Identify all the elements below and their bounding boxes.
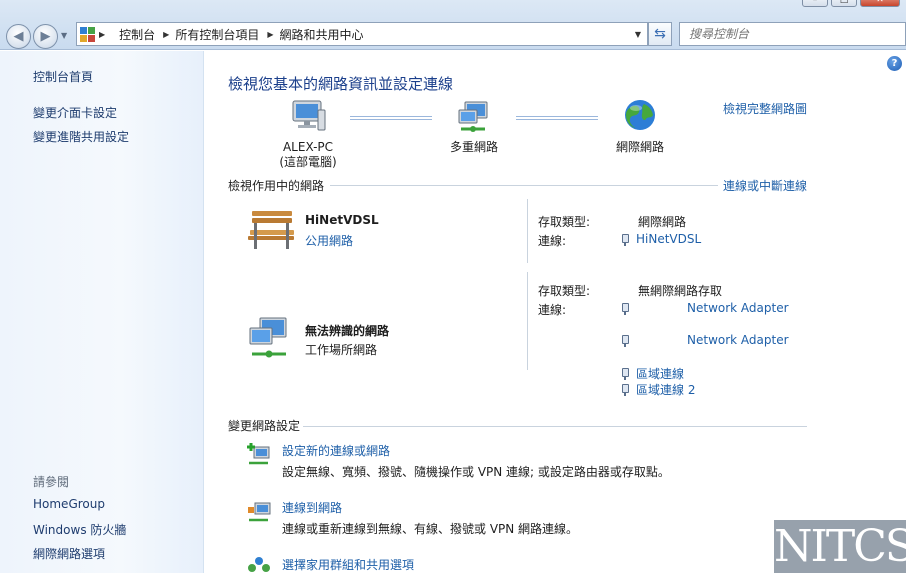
network-name: HiNetVDSL: [305, 213, 379, 227]
recent-pages-dropdown[interactable]: ▼: [61, 31, 67, 40]
computer-name: ALEX-PC: [282, 140, 334, 154]
breadcrumb-arrow-icon: ▶: [267, 29, 274, 39]
task-description: 連線或重新連線到無線、有線、撥號或 VPN 網路連線。: [282, 522, 579, 536]
network-type-link[interactable]: 公用網路: [305, 232, 353, 249]
park-bench-icon: [248, 211, 294, 249]
help-icon[interactable]: ?: [887, 56, 902, 71]
sidebar: 控制台首頁 變更介面卡設定 變更進階共用設定 請參閱 HomeGroup Win…: [0, 51, 204, 573]
breadcrumb-all-items[interactable]: ▶ 所有控制台項目: [163, 26, 259, 43]
map-node-computer[interactable]: ALEX-PC (這部電腦): [272, 98, 344, 170]
address-history-dropdown[interactable]: ▼: [635, 30, 641, 39]
network-adapter-icon: [621, 233, 629, 246]
breadcrumb-arrow-icon: ▶: [163, 29, 170, 39]
window-chrome: – □ ✕ ◀ ▶ ▼ ▶ 控制台 ▶ 所有控制台項目 ▶ 網路和共用中心 ▼ …: [0, 0, 906, 50]
search-input[interactable]: [689, 27, 879, 41]
forward-button[interactable]: ▶: [33, 24, 58, 49]
search-box[interactable]: [679, 22, 906, 46]
maximize-button[interactable]: □: [831, 0, 857, 7]
network-divider: [527, 199, 528, 263]
forward-arrow-icon: ▶: [40, 29, 51, 44]
control-panel-icon: [80, 26, 95, 42]
connection-label: Network Adapter: [687, 333, 789, 347]
connection-link-local-area[interactable]: 區域連線: [621, 365, 684, 382]
connection-label: Network Adapter: [687, 301, 789, 315]
page-title: 檢視您基本的網路資訊並設定連線: [228, 75, 454, 93]
breadcrumb-label: 控制台: [119, 27, 156, 42]
network-adapter-icon: [621, 334, 629, 347]
sidebar-item-internet-options[interactable]: 網際網路選項: [33, 545, 105, 562]
connections-label: 連線:: [538, 303, 567, 317]
connect-to-network-icon: [248, 502, 271, 522]
connection-label: 區域連線: [636, 367, 685, 381]
connection-link-hinet[interactable]: HiNetVDSL: [621, 232, 701, 246]
sidebar-item-windows-firewall[interactable]: Windows 防火牆: [33, 521, 126, 538]
breadcrumb-arrow-icon: ▶: [99, 29, 106, 39]
back-button[interactable]: ◀: [6, 24, 31, 49]
section-divider: [303, 426, 807, 427]
sidebar-item-change-adapter-settings[interactable]: 變更介面卡設定: [33, 104, 117, 121]
globe-icon: [625, 100, 655, 130]
access-type-label: 存取類型:: [538, 215, 591, 229]
homegroup-icon: [248, 557, 270, 572]
access-type-value: 無網際網路存取: [638, 284, 723, 298]
network-adapter-icon: [621, 383, 629, 396]
active-networks-heading: 檢視作用中的網路: [228, 179, 325, 193]
window-controls: – □ ✕: [802, 0, 900, 7]
computer-icon: [292, 100, 326, 131]
multiple-networks-icon: [458, 101, 488, 132]
internet-label: 網際網路: [615, 140, 664, 154]
new-connection-icon: [247, 443, 270, 465]
task-homegroup-link[interactable]: 選擇家用群組和共用選項: [282, 556, 414, 573]
breadcrumb-control-panel[interactable]: 控制台: [119, 26, 155, 43]
back-arrow-icon: ◀: [13, 29, 24, 44]
sidebar-item-control-panel-home[interactable]: 控制台首頁: [33, 68, 93, 85]
network-divider: [527, 272, 528, 370]
network-name: 無法辨識的網路: [305, 324, 390, 338]
breadcrumb-label: 網路和共用中心: [279, 27, 364, 42]
multiple-networks-label: 多重網路: [449, 140, 498, 154]
refresh-button[interactable]: ⇆: [648, 22, 672, 46]
minimize-button[interactable]: –: [802, 0, 828, 7]
connect-disconnect-link[interactable]: 連線或中斷連線: [723, 177, 807, 194]
connection-link-local-area-2[interactable]: 區域連線 2: [621, 381, 695, 398]
close-button[interactable]: ✕: [860, 0, 900, 7]
connection-link-adapter-1[interactable]: Network Adapter: [621, 301, 789, 315]
breadcrumb-root[interactable]: ▶: [99, 30, 111, 39]
watermark-logo: NITCS: [774, 520, 906, 573]
connections-label: 連線:: [538, 234, 567, 248]
computer-sub: (這部電腦): [279, 155, 337, 169]
breadcrumb-network-center[interactable]: ▶ 網路和共用中心: [267, 26, 363, 43]
map-node-internet[interactable]: 網際網路: [608, 98, 672, 155]
refresh-icon: ⇆: [654, 26, 666, 42]
sidebar-item-advanced-sharing[interactable]: 變更進階共用設定: [33, 128, 129, 145]
map-connector: [516, 116, 598, 120]
network-adapter-icon: [621, 302, 629, 315]
section-divider: [330, 185, 718, 186]
sidebar-item-homegroup[interactable]: HomeGroup: [33, 497, 105, 511]
breadcrumb-label: 所有控制台項目: [175, 27, 260, 42]
map-node-multiple-networks[interactable]: 多重網路: [440, 98, 508, 155]
see-also-heading: 請參閱: [33, 475, 70, 489]
task-setup-connection-link[interactable]: 設定新的連線或網路: [282, 442, 390, 459]
connection-label: 區域連線 2: [636, 383, 696, 397]
task-connect-network-link[interactable]: 連線到網路: [282, 499, 342, 516]
access-type-label: 存取類型:: [538, 284, 591, 298]
address-bar[interactable]: ▶ 控制台 ▶ 所有控制台項目 ▶ 網路和共用中心 ▼: [76, 22, 648, 46]
task-description: 設定無線、寬頻、撥號、隨機操作或 VPN 連線; 或設定路由器或存取點。: [282, 465, 670, 479]
connection-link-adapter-2[interactable]: Network Adapter: [621, 333, 789, 347]
network-adapter-icon: [621, 367, 629, 380]
access-type-value: 網際網路: [638, 215, 687, 229]
network-type-label: 工作場所網路: [305, 343, 378, 357]
unidentified-network-icon: [249, 317, 287, 358]
connection-label: HiNetVDSL: [636, 232, 702, 246]
map-connector: [350, 116, 432, 120]
change-settings-heading: 變更網路設定: [228, 419, 301, 433]
view-full-map-link[interactable]: 檢視完整網路圖: [723, 100, 807, 117]
